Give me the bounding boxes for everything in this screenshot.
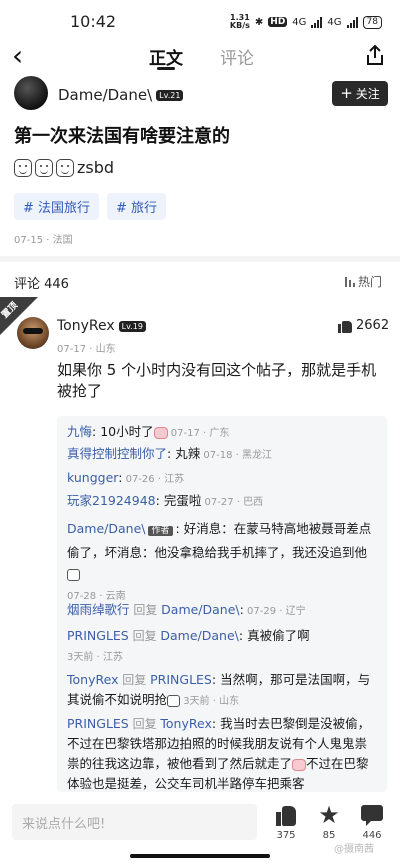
- reply-item[interactable]: 烟雨绰歌行 回复 Dame/Dane\: 07-29 · 辽宁: [67, 600, 377, 622]
- replies-box: 九悔: 10小时了 07-17 · 广东 真得控制控制你了: 丸辣 07-18 …: [57, 416, 387, 792]
- post-body: zsbd: [14, 158, 114, 177]
- reply-item[interactable]: TonyRex 回复 PRINGLES: 当然啊，那可是法国啊，与其说偷不如说明…: [67, 670, 377, 712]
- pig-emoji-icon: [153, 426, 168, 439]
- reply-item[interactable]: PRINGLES 回复 TonyRex: 我当时去巴黎倒是没被偷，不过在巴黎铁塔…: [67, 714, 377, 792]
- share-icon[interactable]: [364, 44, 386, 66]
- reply-item[interactable]: 玩家21924948: 完蛋啦 07-27 · 巴西: [67, 491, 377, 513]
- home-indicator[interactable]: [130, 854, 270, 858]
- section-divider: [0, 256, 400, 262]
- follow-button[interactable]: + 关注: [332, 81, 388, 106]
- comment-text: 如果你 5 个小时内没有回这个帖子，那就是手机被抢了: [57, 361, 377, 400]
- thumbs-up-icon: [338, 319, 352, 333]
- tag-travel[interactable]: # 旅行: [107, 193, 167, 220]
- like-action[interactable]: 375: [266, 804, 306, 841]
- active-tab-indicator: [157, 67, 175, 70]
- pig-emoji-icon: [292, 758, 307, 771]
- post-tags: # 法国旅行 # 旅行: [14, 193, 167, 220]
- sunglasses-emoji-icon: [167, 694, 181, 707]
- bluetooth-icon: ✱: [254, 16, 264, 28]
- network-speed: 1.31 KB/s: [229, 13, 250, 30]
- smile-emoji-icon: [14, 158, 32, 177]
- reply-item[interactable]: 真得控制控制你了: 丸辣 07-18 · 黑龙江: [67, 444, 377, 466]
- network-type-2: 4G: [327, 16, 342, 28]
- commenter-name[interactable]: TonyRex Lv.19: [57, 318, 146, 334]
- post-meta: 07-15 · 法国: [14, 235, 73, 246]
- comment-action[interactable]: 446: [352, 804, 392, 841]
- star-icon: ★: [318, 801, 340, 829]
- author-name[interactable]: Dame/Dane\ Lv.21: [58, 86, 184, 104]
- reply-item[interactable]: PRINGLES 回复 Dame/Dane\: 真被偷了啊 3天前 · 江苏: [67, 626, 377, 668]
- author-avatar[interactable]: [14, 76, 48, 110]
- reply-item[interactable]: 九悔: 10小时了 07-17 · 广东: [67, 422, 377, 444]
- back-arrow-icon[interactable]: ‹: [12, 42, 23, 70]
- signal-icon-2: [346, 16, 358, 28]
- reply-item[interactable]: Dame/Dane\ 作者: 好消息：在蒙马特高地被聂哥差点偷了，坏消息：他没拿稳…: [67, 518, 377, 607]
- smile-emoji-icon: [56, 158, 74, 177]
- network-type-1: 4G: [292, 16, 307, 28]
- watermark: @摄南茜: [334, 844, 374, 855]
- author-level-badge: Lv.21: [156, 90, 184, 101]
- comment-icon: [361, 804, 383, 826]
- tab-main-text[interactable]: 正文: [149, 44, 183, 69]
- signal-icon: [311, 16, 323, 28]
- reply-item[interactable]: kungger: 07-26 · 江苏: [67, 468, 377, 490]
- sunglasses-emoji-icon: [67, 568, 80, 581]
- status-time: 10:42: [70, 12, 117, 31]
- comment-like-button[interactable]: 2662: [338, 318, 389, 333]
- plus-icon: +: [340, 84, 353, 102]
- post-title: 第一次来法国有啥要注意的: [14, 126, 230, 147]
- tag-france-travel[interactable]: # 法国旅行: [14, 193, 100, 220]
- sort-hot-button[interactable]: 热门: [345, 273, 382, 290]
- status-icons: 1.31 KB/s ✱ HD 4G 4G 78: [230, 14, 382, 30]
- sort-icon: [345, 276, 355, 287]
- smile-emoji-icon: [35, 158, 53, 177]
- battery-icon: 78: [362, 15, 382, 29]
- tab-comments[interactable]: 评论: [220, 44, 254, 69]
- thumbs-up-icon: [275, 804, 297, 826]
- comments-count: 评论 446: [14, 277, 69, 292]
- top-nav: ‹ 正文 评论: [0, 42, 400, 70]
- status-bar: 10:42 1.31 KB/s ✱ HD 4G 4G 78: [0, 0, 400, 44]
- comment-meta: 07-17 · 山东: [57, 344, 116, 355]
- commenter-avatar[interactable]: [17, 317, 49, 349]
- commenter-level-badge: Lv.19: [118, 320, 146, 332]
- author-tag: 作者: [148, 526, 173, 536]
- hd-badge: HD: [268, 17, 288, 27]
- comment-input[interactable]: 来说点什么吧!: [12, 804, 257, 840]
- favorite-action[interactable]: ★ 85: [309, 801, 349, 841]
